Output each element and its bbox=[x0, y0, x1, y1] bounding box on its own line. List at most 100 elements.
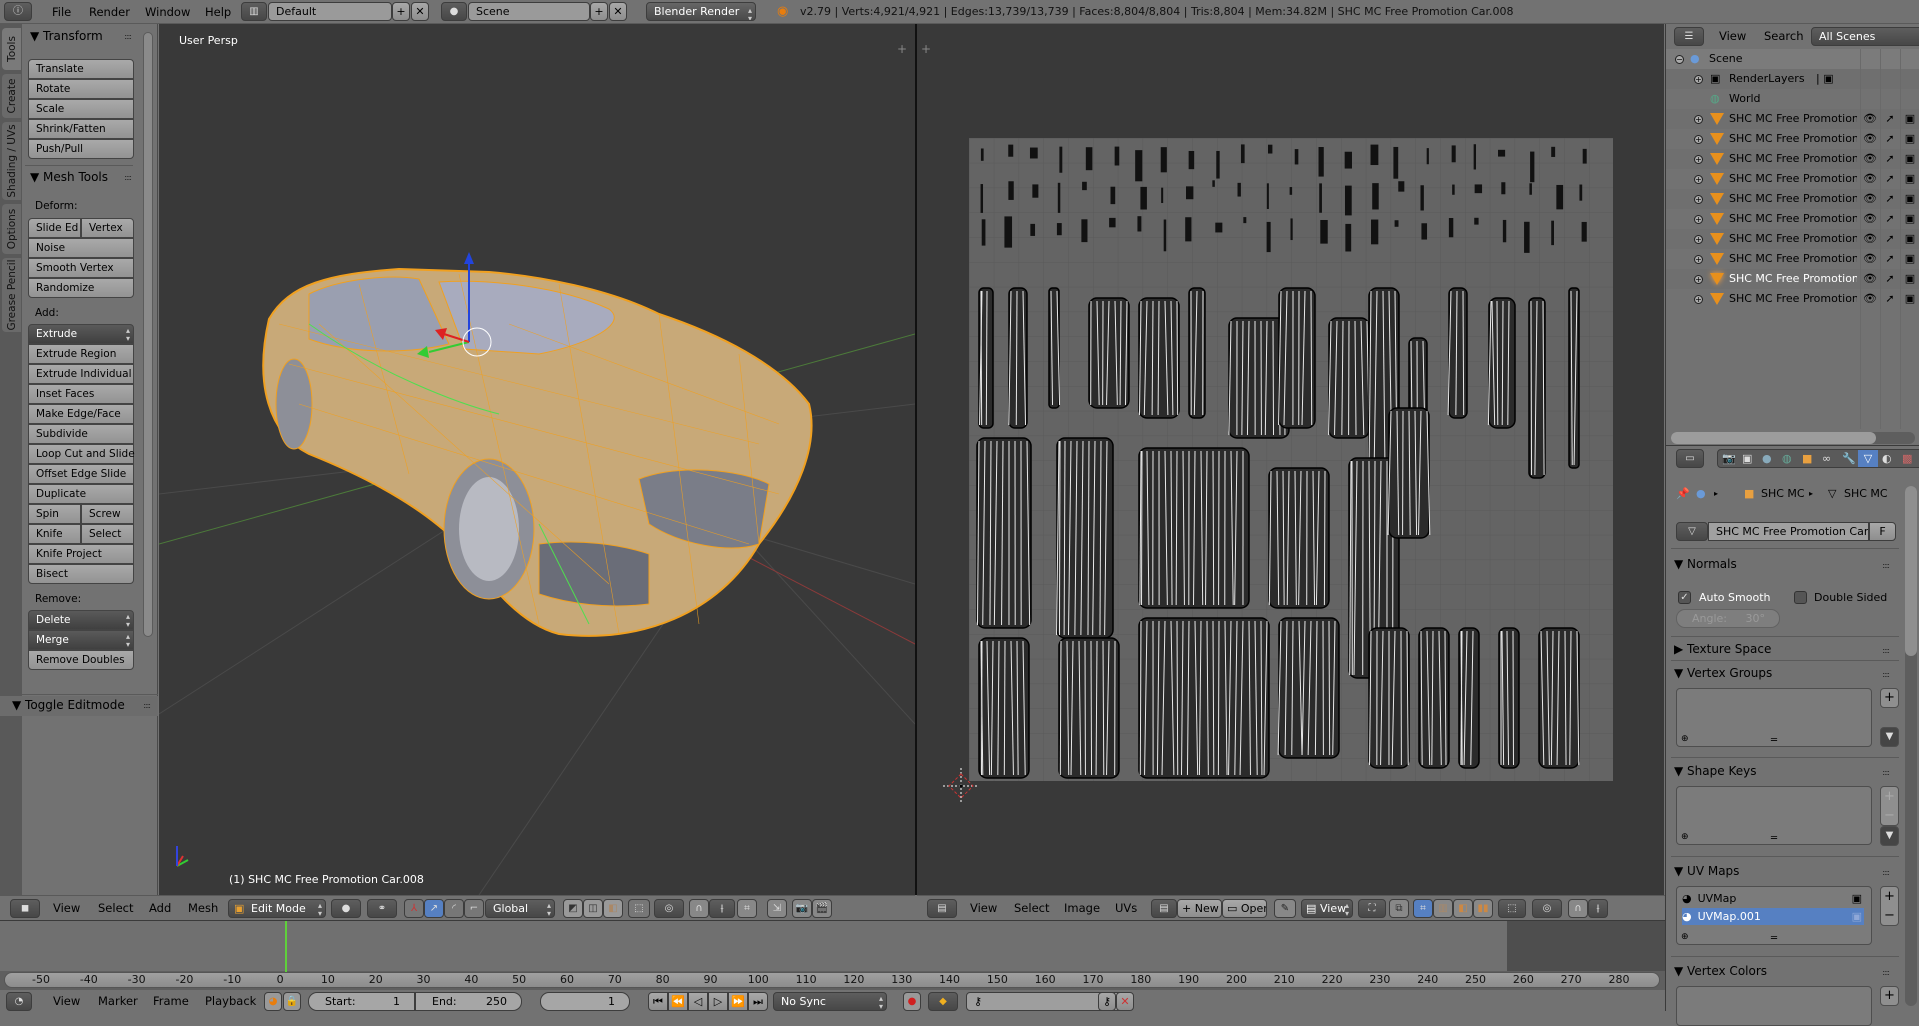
menu-image[interactable]: Image bbox=[1064, 896, 1100, 920]
tab-options[interactable]: Options bbox=[2, 204, 21, 254]
uv-proportional-dropdown[interactable]: ◎ bbox=[1532, 899, 1562, 918]
scrollbar-thumb[interactable] bbox=[1905, 486, 1917, 656]
add-scene-button[interactable]: + bbox=[590, 2, 608, 21]
menu-view[interactable]: View bbox=[53, 896, 80, 920]
slide-edge-button[interactable]: Slide Ed bbox=[28, 218, 81, 238]
remove-doubles-button[interactable]: Remove Doubles bbox=[28, 650, 134, 670]
outliner-row-object[interactable]: +SHC MC Free Promotion Ca👁➚▣ bbox=[1666, 289, 1919, 309]
expand-icon[interactable]: + bbox=[1694, 275, 1703, 284]
uv-layout-canvas[interactable] bbox=[969, 138, 1613, 781]
render-engine-dropdown[interactable]: Blender Render▴▾ bbox=[646, 2, 756, 21]
selectability-cursor-icon[interactable]: ➚ bbox=[1881, 169, 1899, 189]
expand-icon[interactable]: + bbox=[1694, 75, 1703, 84]
manipulator-toggle[interactable]: ⅄ bbox=[404, 899, 424, 918]
renderability-camera-icon[interactable]: ▣ bbox=[1901, 229, 1919, 249]
push-pull-button[interactable]: Push/Pull bbox=[28, 139, 134, 159]
visibility-eye-icon[interactable]: 👁 bbox=[1861, 129, 1879, 149]
expand-icon[interactable]: + bbox=[1694, 155, 1703, 164]
delete-keyframe-button[interactable]: ✕ bbox=[1116, 992, 1134, 1011]
selectability-cursor-icon[interactable]: ➚ bbox=[1881, 289, 1899, 309]
knife-button[interactable]: Knife bbox=[28, 524, 81, 544]
menu-file[interactable]: File bbox=[52, 0, 71, 24]
loop-cut-slide-button[interactable]: Loop Cut and Slide bbox=[28, 444, 134, 464]
menu-view[interactable]: View bbox=[1719, 24, 1746, 48]
jump-keyframe-forward-button[interactable]: ⏩ bbox=[728, 992, 748, 1011]
double-sided-label[interactable]: Double Sided bbox=[1814, 591, 1887, 604]
duplicate-button[interactable]: Duplicate bbox=[28, 484, 134, 504]
layers-toggle[interactable]: ⇲ bbox=[767, 899, 787, 918]
screen-layout-field[interactable]: Default bbox=[268, 2, 392, 21]
double-sided-checkbox[interactable] bbox=[1794, 591, 1807, 604]
renderability-camera-icon[interactable]: ▣ bbox=[1901, 109, 1919, 129]
display-mode-dropdown[interactable]: All Scenes bbox=[1811, 27, 1919, 46]
proportional-edit-dropdown[interactable]: ◎ bbox=[654, 899, 684, 918]
face-select-mode[interactable]: ◧ bbox=[603, 899, 623, 918]
resize-handle-icon[interactable]: ═ bbox=[1771, 933, 1777, 944]
editor-type-info-button[interactable]: ⓘ bbox=[4, 2, 32, 21]
expand-icon[interactable]: + bbox=[1694, 115, 1703, 124]
uv-pivot-dropdown[interactable]: ⛶ bbox=[1358, 899, 1386, 918]
visibility-eye-icon[interactable]: 👁 bbox=[1861, 229, 1879, 249]
texture-space-panel-title[interactable]: ▶ Texture Space bbox=[1674, 642, 1771, 656]
menu-playback[interactable]: Playback bbox=[205, 990, 256, 1014]
scene-selector[interactable]: ● bbox=[441, 2, 467, 21]
sticky-selection-dropdown[interactable]: ⬚ bbox=[1498, 899, 1526, 918]
properties-scrollbar[interactable] bbox=[1905, 486, 1917, 1006]
selectability-cursor-icon[interactable]: ➚ bbox=[1881, 249, 1899, 269]
scale-button[interactable]: Scale bbox=[28, 99, 134, 119]
toggle-editmode-panel[interactable]: ▼ Toggle Editmode :::: bbox=[0, 696, 158, 716]
renderability-camera-icon[interactable]: ▣ bbox=[1901, 269, 1919, 289]
menu-render[interactable]: Render bbox=[89, 0, 130, 24]
auto-smooth-label[interactable]: Auto Smooth bbox=[1699, 591, 1770, 604]
uv-vertex-select[interactable]: ⌗ bbox=[1413, 899, 1433, 918]
car-mesh[interactable] bbox=[263, 269, 811, 636]
filter-options-icon[interactable]: ⊕ bbox=[1681, 832, 1689, 842]
scene-field[interactable]: Scene bbox=[468, 2, 590, 21]
translate-manipulator[interactable]: ↗ bbox=[424, 899, 444, 918]
mesh-tools-panel-title[interactable]: ▼ Mesh Tools bbox=[30, 170, 108, 184]
remove-scene-button[interactable]: ✕ bbox=[609, 2, 627, 21]
extrude-dropdown[interactable]: Extrude▴▾ bbox=[28, 324, 134, 344]
keying-mode-dropdown[interactable]: ◆ bbox=[928, 992, 958, 1011]
selectability-cursor-icon[interactable]: ➚ bbox=[1881, 189, 1899, 209]
uv-map-add-remove[interactable]: +− bbox=[1880, 886, 1899, 926]
open-image-button[interactable]: ▭ Open bbox=[1222, 899, 1267, 918]
uv-maps-panel-title[interactable]: ▼ UV Maps bbox=[1674, 864, 1739, 878]
expand-icon[interactable]: + bbox=[1694, 195, 1703, 204]
snap-element-dropdown[interactable]: ⫲ bbox=[709, 899, 735, 918]
add-vertex-group-button[interactable]: + bbox=[1880, 688, 1899, 708]
outliner-row-world[interactable]: ◍ World bbox=[1666, 89, 1919, 109]
menu-view[interactable]: View bbox=[53, 990, 80, 1014]
smooth-vertex-button[interactable]: Smooth Vertex bbox=[28, 258, 134, 278]
jump-to-start-button[interactable]: ⏮ bbox=[648, 992, 668, 1011]
delete-dropdown[interactable]: Delete▴▾ bbox=[28, 610, 134, 630]
drag-grip-icon[interactable]: :::: bbox=[124, 173, 131, 182]
editor-type-timeline-button[interactable]: ◔ bbox=[6, 992, 32, 1011]
menu-help[interactable]: Help bbox=[205, 0, 231, 24]
play-reverse-button[interactable]: ◁ bbox=[688, 992, 708, 1011]
outliner-row-object[interactable]: +SHC MC Free Promotion Ca👁➚▣ bbox=[1666, 249, 1919, 269]
scene-tab-icon[interactable]: ● bbox=[1762, 450, 1772, 467]
outliner-row-object[interactable]: +SHC MC Free Promotion Ca👁➚▣ bbox=[1666, 169, 1919, 189]
selectability-cursor-icon[interactable]: ➚ bbox=[1881, 149, 1899, 169]
snap-toggle[interactable]: ∩ bbox=[689, 899, 709, 918]
tab-create[interactable]: Create bbox=[2, 74, 21, 118]
collapse-icon[interactable]: − bbox=[1675, 55, 1684, 64]
expand-icon[interactable]: + bbox=[1694, 295, 1703, 304]
outliner-row-object[interactable]: +SHC MC Free Promotion Ca👁➚▣ bbox=[1666, 229, 1919, 249]
selectability-cursor-icon[interactable]: ➚ bbox=[1881, 129, 1899, 149]
menu-window[interactable]: Window bbox=[145, 0, 190, 24]
shape-keys-panel-title[interactable]: ▼ Shape Keys bbox=[1674, 764, 1756, 778]
uv-maps-list[interactable]: ◕UVMap ▣ ◕UVMap.001 ▣ ⊕ ═ bbox=[1676, 886, 1872, 945]
expand-icon[interactable]: + bbox=[1694, 235, 1703, 244]
outliner-row-object[interactable]: +SHC MC Free Promotion Ca👁➚▣ bbox=[1666, 109, 1919, 129]
use-preview-range-button[interactable]: ◕ bbox=[264, 992, 282, 1011]
expand-icon[interactable]: + bbox=[1694, 215, 1703, 224]
outliner-row-object[interactable]: +SHC MC Free Promotion Ca👁➚▣ bbox=[1666, 129, 1919, 149]
renderability-camera-icon[interactable]: ▣ bbox=[1901, 169, 1919, 189]
active-render-camera-icon[interactable]: ▣ bbox=[1852, 908, 1862, 925]
lock-time-cursor-button[interactable]: 🔒 bbox=[283, 992, 301, 1011]
browse-image-dropdown[interactable]: ▤ bbox=[1151, 899, 1177, 918]
snap-target[interactable]: ⌗ bbox=[737, 899, 757, 918]
edge-select-mode[interactable]: ◫ bbox=[583, 899, 603, 918]
